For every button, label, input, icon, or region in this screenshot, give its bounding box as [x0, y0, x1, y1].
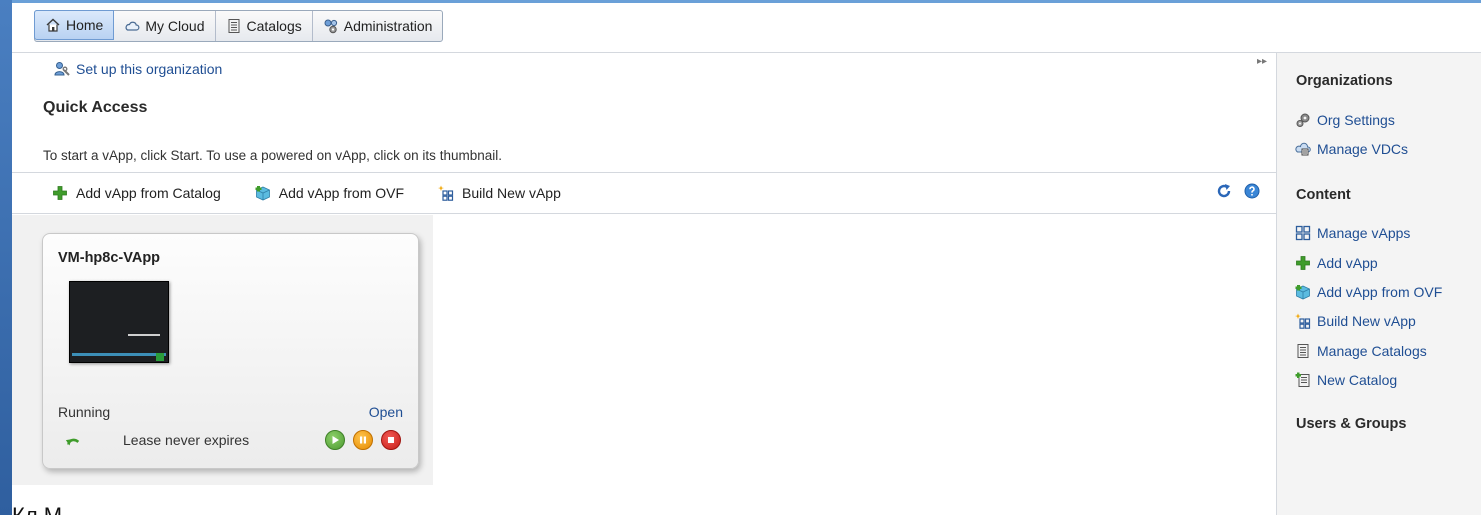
tool-label: Build New vApp — [462, 185, 561, 201]
main-content: Set up this organization ▸▸ Quick Access… — [12, 53, 1276, 515]
sidebar-item-label: Manage vApps — [1317, 225, 1411, 241]
thumbnail-status-dot — [156, 353, 164, 361]
tab-home[interactable]: Home — [34, 10, 115, 40]
main-tabs: Home My Cloud Catalogs Administration — [34, 10, 444, 42]
admin-icon — [324, 19, 337, 34]
ovf-package-icon — [255, 186, 270, 201]
add-plus-icon — [53, 186, 67, 200]
vapps-grid-icon — [1295, 225, 1311, 241]
new-catalog-icon — [1295, 372, 1310, 387]
tab-label: My Cloud — [145, 18, 205, 34]
sidebar-item-label: Add vApp from OVF — [1317, 284, 1443, 300]
collapse-sidebar-button[interactable]: ▸▸ — [1252, 56, 1272, 72]
tab-my-cloud[interactable]: My Cloud — [114, 11, 216, 41]
sidebar-item-label: Add vApp — [1317, 255, 1378, 271]
manage-vapps-link[interactable]: Manage vApps — [1295, 225, 1410, 241]
catalog-icon — [1297, 344, 1309, 358]
window-left-edge — [0, 0, 12, 515]
vdc-cloud-icon — [1295, 142, 1311, 156]
tool-label: Add vApp from Catalog — [76, 185, 221, 201]
org-settings-link[interactable]: Org Settings — [1295, 112, 1395, 128]
thumbnail-taskbar — [72, 353, 166, 356]
refresh-icon[interactable] — [1216, 183, 1232, 199]
tab-label: Administration — [343, 18, 433, 34]
sidebar-item-label: Manage VDCs — [1317, 141, 1409, 157]
help-icon[interactable] — [1244, 183, 1260, 199]
vapp-console-thumbnail[interactable] — [69, 281, 169, 363]
clipped-overlay-text: Кл М — [12, 503, 62, 515]
sidebar-item-label: Build New vApp — [1317, 313, 1416, 329]
vapp-status: Running — [58, 404, 111, 420]
sidebar-item-label: New Catalog — [1317, 372, 1398, 388]
manage-catalogs-link[interactable]: Manage Catalogs — [1295, 343, 1427, 359]
vapp-card: VM-hp8c-VApp Running Open Lease never ex… — [42, 233, 419, 469]
add-vapp-from-ovf-button[interactable]: Add vApp from OVF — [255, 185, 404, 201]
tab-label: Home — [66, 17, 104, 33]
setup-organization-link[interactable]: Set up this organization — [54, 61, 222, 77]
vapp-gallery: VM-hp8c-VApp Running Open Lease never ex… — [12, 215, 433, 485]
lease-renew-icon[interactable] — [65, 433, 81, 449]
pause-icon — [360, 436, 366, 444]
vapp-power-controls — [325, 430, 401, 450]
setup-org-icon — [54, 62, 70, 76]
content-heading: Content — [1296, 187, 1351, 203]
build-vapp-icon — [1295, 313, 1311, 329]
stop-icon — [388, 437, 394, 443]
add-plus-icon — [1296, 256, 1310, 270]
setup-link-text: Set up this organization — [76, 61, 223, 77]
top-border — [12, 0, 1481, 3]
vapp-name: VM-hp8c-VApp — [58, 250, 161, 266]
sidebar-item-label: Manage Catalogs — [1317, 343, 1427, 359]
build-vapp-icon — [438, 185, 454, 201]
new-catalog-link[interactable]: New Catalog — [1295, 372, 1397, 388]
tab-administration[interactable]: Administration — [313, 11, 443, 41]
stop-vapp-button[interactable] — [381, 430, 401, 450]
thumbnail-console-text — [128, 334, 160, 336]
home-icon — [46, 18, 60, 32]
gears-icon — [1296, 113, 1310, 127]
cloud-icon — [125, 21, 140, 31]
tool-label: Add vApp from OVF — [278, 185, 405, 201]
play-icon — [332, 436, 339, 444]
right-sidebar: Organizations Org Settings Manage VDCs C… — [1276, 53, 1481, 515]
quick-access-toolbar: Add vApp from Catalog Add vApp from OVF … — [12, 172, 1276, 214]
ovf-package-icon — [1295, 285, 1310, 300]
suspend-vapp-button[interactable] — [353, 430, 373, 450]
users-groups-heading: Users & Groups — [1296, 416, 1407, 432]
add-vapp-from-catalog-button[interactable]: Add vApp from Catalog — [52, 185, 221, 201]
quick-access-title: Quick Access — [43, 99, 148, 116]
toolbar-right-actions — [1216, 183, 1260, 199]
tab-label: Catalogs — [246, 18, 302, 34]
lease-status: Lease never expires — [123, 432, 250, 448]
sidebar-item-label: Org Settings — [1317, 112, 1395, 128]
organizations-heading: Organizations — [1296, 73, 1393, 89]
add-vapp-from-ovf-link[interactable]: Add vApp from OVF — [1295, 284, 1442, 300]
manage-vdcs-link[interactable]: Manage VDCs — [1295, 141, 1408, 157]
add-vapp-link[interactable]: Add vApp — [1295, 255, 1378, 271]
catalog-icon — [228, 19, 239, 33]
quick-access-description: To start a vApp, click Start. To use a p… — [43, 148, 502, 163]
build-new-vapp-button[interactable]: Build New vApp — [438, 185, 561, 201]
start-vapp-button[interactable] — [325, 430, 345, 450]
build-new-vapp-link[interactable]: Build New vApp — [1295, 313, 1416, 329]
open-vapp-link[interactable]: Open — [369, 404, 403, 420]
tab-catalogs[interactable]: Catalogs — [216, 11, 313, 41]
